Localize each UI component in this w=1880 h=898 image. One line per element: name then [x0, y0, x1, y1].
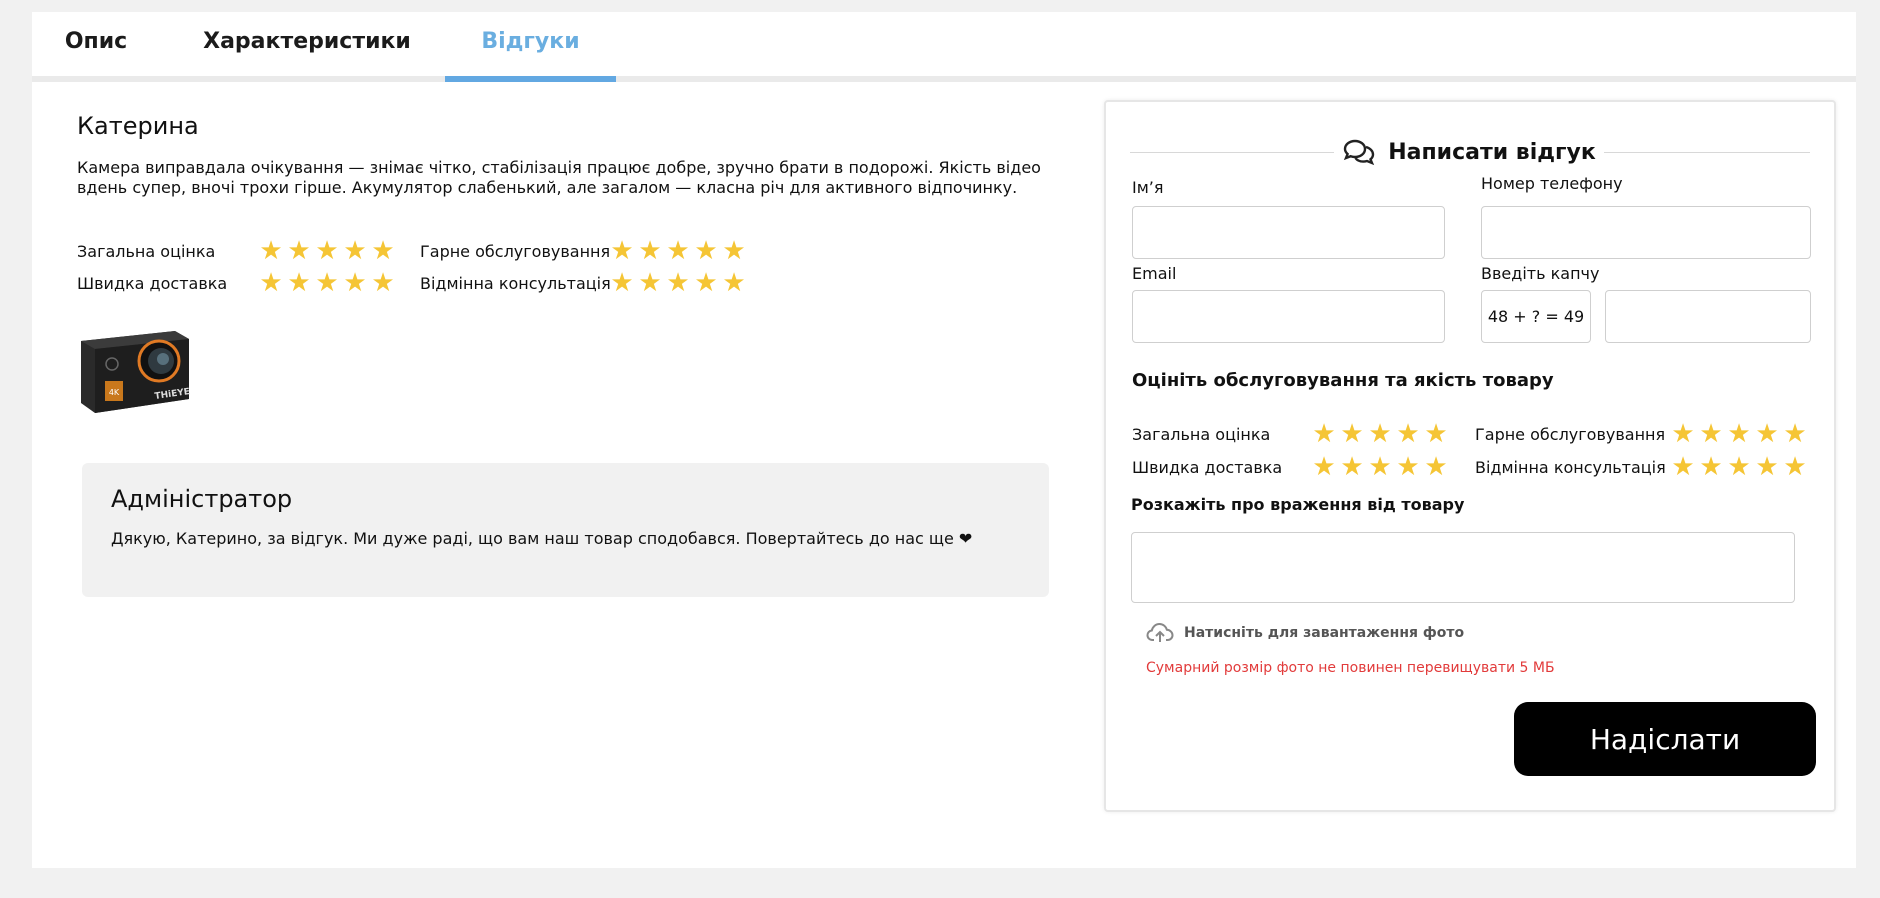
star-icon: ★	[638, 236, 662, 266]
star-icon: ★	[666, 268, 690, 298]
photo-upload[interactable]: Натисніть для завантаження фото	[1146, 622, 1464, 644]
tab-specifications[interactable]: Характеристики	[192, 12, 422, 76]
review-item: Катерина Камера виправдала очікування — …	[77, 112, 1062, 297]
star-icon[interactable]: ★	[1699, 420, 1723, 448]
chat-bubbles-icon	[1344, 139, 1375, 166]
star-icon[interactable]: ★	[1368, 420, 1392, 448]
star-icon[interactable]: ★	[1783, 420, 1807, 448]
captcha-input[interactable]	[1605, 290, 1811, 343]
star-icon[interactable]: ★	[1783, 453, 1807, 481]
star-icon[interactable]: ★	[1396, 453, 1420, 481]
star-icon: ★	[371, 268, 395, 298]
rating-label: Відмінна консультація	[420, 273, 611, 293]
star-icon[interactable]: ★	[1368, 453, 1392, 481]
star-icon[interactable]: ★	[1312, 453, 1336, 481]
star-icon[interactable]: ★	[1340, 420, 1364, 448]
email-label: Email	[1132, 264, 1177, 283]
story-label: Розкажіть про враження від товару	[1131, 495, 1465, 514]
rating-label: Відмінна консультація	[1475, 457, 1666, 477]
tab-description[interactable]: Опис	[32, 12, 160, 76]
star-icon: ★	[287, 268, 311, 298]
star-icon: ★	[287, 236, 311, 266]
star-icon[interactable]: ★	[1727, 453, 1751, 481]
star-rating: ★ ★ ★ ★ ★	[610, 269, 746, 297]
captcha-label: Введіть капчу	[1481, 264, 1600, 283]
upload-label: Натисніть для завантаження фото	[1184, 625, 1465, 641]
rating-label: Гарне обслуговування	[1475, 424, 1666, 444]
star-icon[interactable]: ★	[1340, 453, 1364, 481]
form-rating-overall: Загальна оцінка ★ ★ ★ ★ ★	[1132, 419, 1448, 449]
star-icon: ★	[694, 268, 718, 298]
star-icon[interactable]: ★	[1312, 420, 1336, 448]
review-form: Написати відгук Ім’я Номер телефону Emai…	[1104, 100, 1836, 812]
star-icon: ★	[371, 236, 395, 266]
admin-reply-text: Дякую, Катерино, за відгук. Ми дуже раді…	[111, 529, 973, 548]
rating-label: Загальна оцінка	[77, 241, 216, 261]
star-icon[interactable]: ★	[1424, 420, 1448, 448]
form-rating-consultation: Відмінна консультація ★ ★ ★ ★ ★	[1475, 452, 1807, 482]
rating-label: Загальна оцінка	[1132, 424, 1271, 444]
star-icon: ★	[343, 268, 367, 298]
star-icon: ★	[259, 268, 283, 298]
story-textarea[interactable]	[1131, 532, 1795, 603]
name-label: Ім’я	[1132, 178, 1164, 197]
star-rating-input[interactable]: ★ ★ ★ ★ ★	[1312, 420, 1448, 448]
star-icon: ★	[610, 268, 634, 298]
rating-label: Швидка доставка	[1132, 457, 1283, 477]
star-rating-input[interactable]: ★ ★ ★ ★ ★	[1312, 453, 1448, 481]
form-rating-service: Гарне обслуговування ★ ★ ★ ★ ★	[1475, 419, 1807, 449]
product-tabs-card: Опис Характеристики Відгуки Катерина Кам…	[32, 12, 1856, 868]
review-photo-thumbnail[interactable]: 4K THiEYE	[75, 317, 195, 422]
rating-service: Гарне обслуговування ★ ★ ★ ★ ★	[420, 236, 746, 266]
star-icon[interactable]: ★	[1671, 453, 1695, 481]
form-rating-delivery: Швидка доставка ★ ★ ★ ★ ★	[1132, 452, 1448, 482]
star-icon: ★	[343, 236, 367, 266]
star-rating: ★ ★ ★ ★ ★	[610, 237, 746, 265]
name-input[interactable]	[1132, 206, 1445, 259]
star-icon: ★	[610, 236, 634, 266]
star-icon[interactable]: ★	[1755, 453, 1779, 481]
star-icon[interactable]: ★	[1699, 453, 1723, 481]
captcha-question: 48 + ? = 49	[1481, 290, 1591, 343]
form-title: Написати відгук	[1334, 132, 1604, 172]
star-icon: ★	[722, 268, 746, 298]
admin-reply: Адміністратор Дякую, Катерино, за відгук…	[82, 463, 1049, 597]
star-icon: ★	[638, 268, 662, 298]
form-title-text: Написати відгук	[1388, 139, 1596, 165]
phone-label: Номер телефону	[1481, 174, 1623, 193]
tab-bar: Опис Характеристики Відгуки	[32, 12, 1856, 82]
rate-section-title: Оцініть обслуговування та якість товару	[1132, 370, 1554, 391]
star-icon[interactable]: ★	[1727, 420, 1751, 448]
star-icon[interactable]: ★	[1755, 420, 1779, 448]
reviewer-name: Катерина	[77, 112, 199, 140]
rating-overall: Загальна оцінка ★ ★ ★ ★ ★	[77, 236, 395, 266]
rating-label: Швидка доставка	[77, 273, 228, 293]
star-rating: ★ ★ ★ ★ ★	[259, 237, 395, 265]
upload-size-warning: Сумарний розмір фото не повинен перевищу…	[1146, 660, 1555, 676]
rating-delivery: Швидка доставка ★ ★ ★ ★ ★	[77, 268, 395, 298]
star-rating-input[interactable]: ★ ★ ★ ★ ★	[1671, 453, 1807, 481]
star-rating-input[interactable]: ★ ★ ★ ★ ★	[1671, 420, 1807, 448]
rating-consultation: Відмінна консультація ★ ★ ★ ★ ★	[420, 268, 746, 298]
star-icon: ★	[315, 268, 339, 298]
tab-reviews[interactable]: Відгуки	[445, 12, 616, 76]
star-icon: ★	[315, 236, 339, 266]
star-icon: ★	[259, 236, 283, 266]
email-input[interactable]	[1132, 290, 1445, 343]
rating-label: Гарне обслуговування	[420, 241, 611, 261]
cloud-upload-icon	[1146, 622, 1174, 642]
admin-name: Адміністратор	[111, 485, 293, 513]
star-icon[interactable]: ★	[1424, 453, 1448, 481]
active-tab-indicator	[445, 76, 616, 82]
star-icon[interactable]: ★	[1396, 420, 1420, 448]
star-icon: ★	[666, 236, 690, 266]
star-icon: ★	[722, 236, 746, 266]
review-text: Камера виправдала очікування — знімає чі…	[77, 158, 1041, 197]
product-badge: 4K	[109, 388, 120, 397]
star-icon[interactable]: ★	[1671, 420, 1695, 448]
submit-button[interactable]: Надіслати	[1514, 702, 1816, 776]
star-rating: ★ ★ ★ ★ ★	[259, 269, 395, 297]
star-icon: ★	[694, 236, 718, 266]
phone-input[interactable]	[1481, 206, 1811, 259]
